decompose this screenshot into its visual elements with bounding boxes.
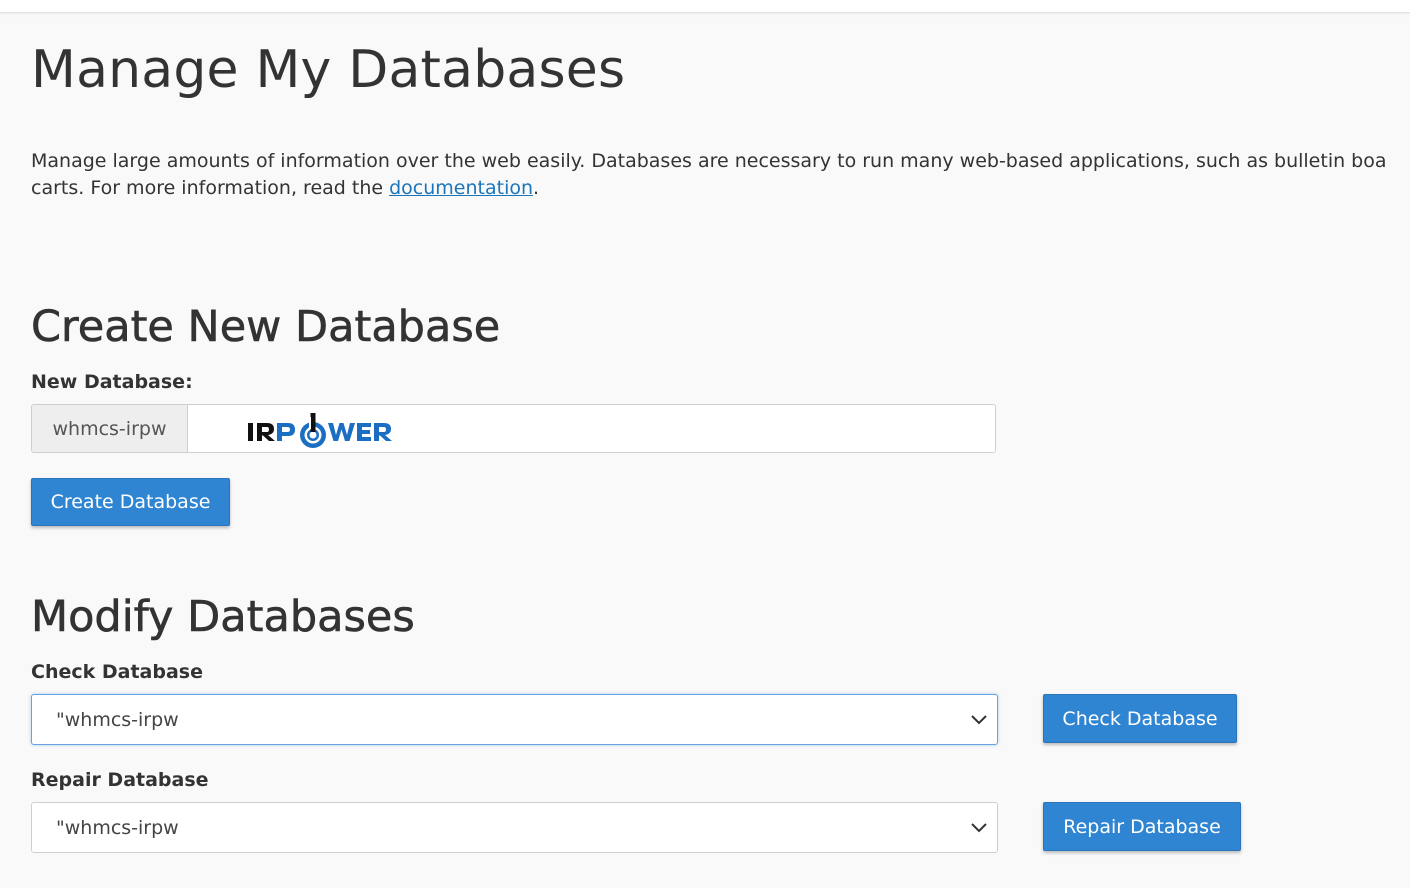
create-section-title: Create New Database <box>31 302 501 353</box>
chevron-down-icon <box>971 823 987 833</box>
new-database-label: New Database: <box>31 371 193 393</box>
intro-suffix: . <box>533 177 540 199</box>
repair-database-select[interactable]: "whmcs-irpw <box>31 802 998 853</box>
check-database-selected-value: "whmcs-irpw <box>56 708 179 731</box>
check-database-select[interactable]: "whmcs-irpw <box>31 694 998 745</box>
create-database-button[interactable]: Create Database <box>31 478 230 526</box>
check-database-label: Check Database <box>31 661 203 683</box>
intro-text-line1: Manage large amounts of information over… <box>31 150 1387 172</box>
intro-text-line2: carts. For more information, read the <box>31 177 390 199</box>
new-database-input[interactable] <box>188 405 995 452</box>
repair-database-selected-value: "whmcs-irpw <box>56 816 179 839</box>
page-title: Manage My Databases <box>31 40 626 100</box>
repair-database-button[interactable]: Repair Database <box>1043 802 1241 851</box>
irpower-logo <box>248 413 392 448</box>
repair-database-label: Repair Database <box>31 769 209 791</box>
chevron-down-icon <box>971 715 987 725</box>
intro-paragraph: Manage large amounts of information over… <box>31 148 1410 202</box>
database-prefix: whmcs-irpw <box>32 405 188 452</box>
documentation-link[interactable]: documentation <box>389 177 533 199</box>
modify-section-title: Modify Databases <box>31 592 415 643</box>
new-database-input-group: whmcs-irpw <box>31 404 996 453</box>
check-database-button[interactable]: Check Database <box>1043 694 1237 743</box>
top-bar <box>0 0 1410 13</box>
